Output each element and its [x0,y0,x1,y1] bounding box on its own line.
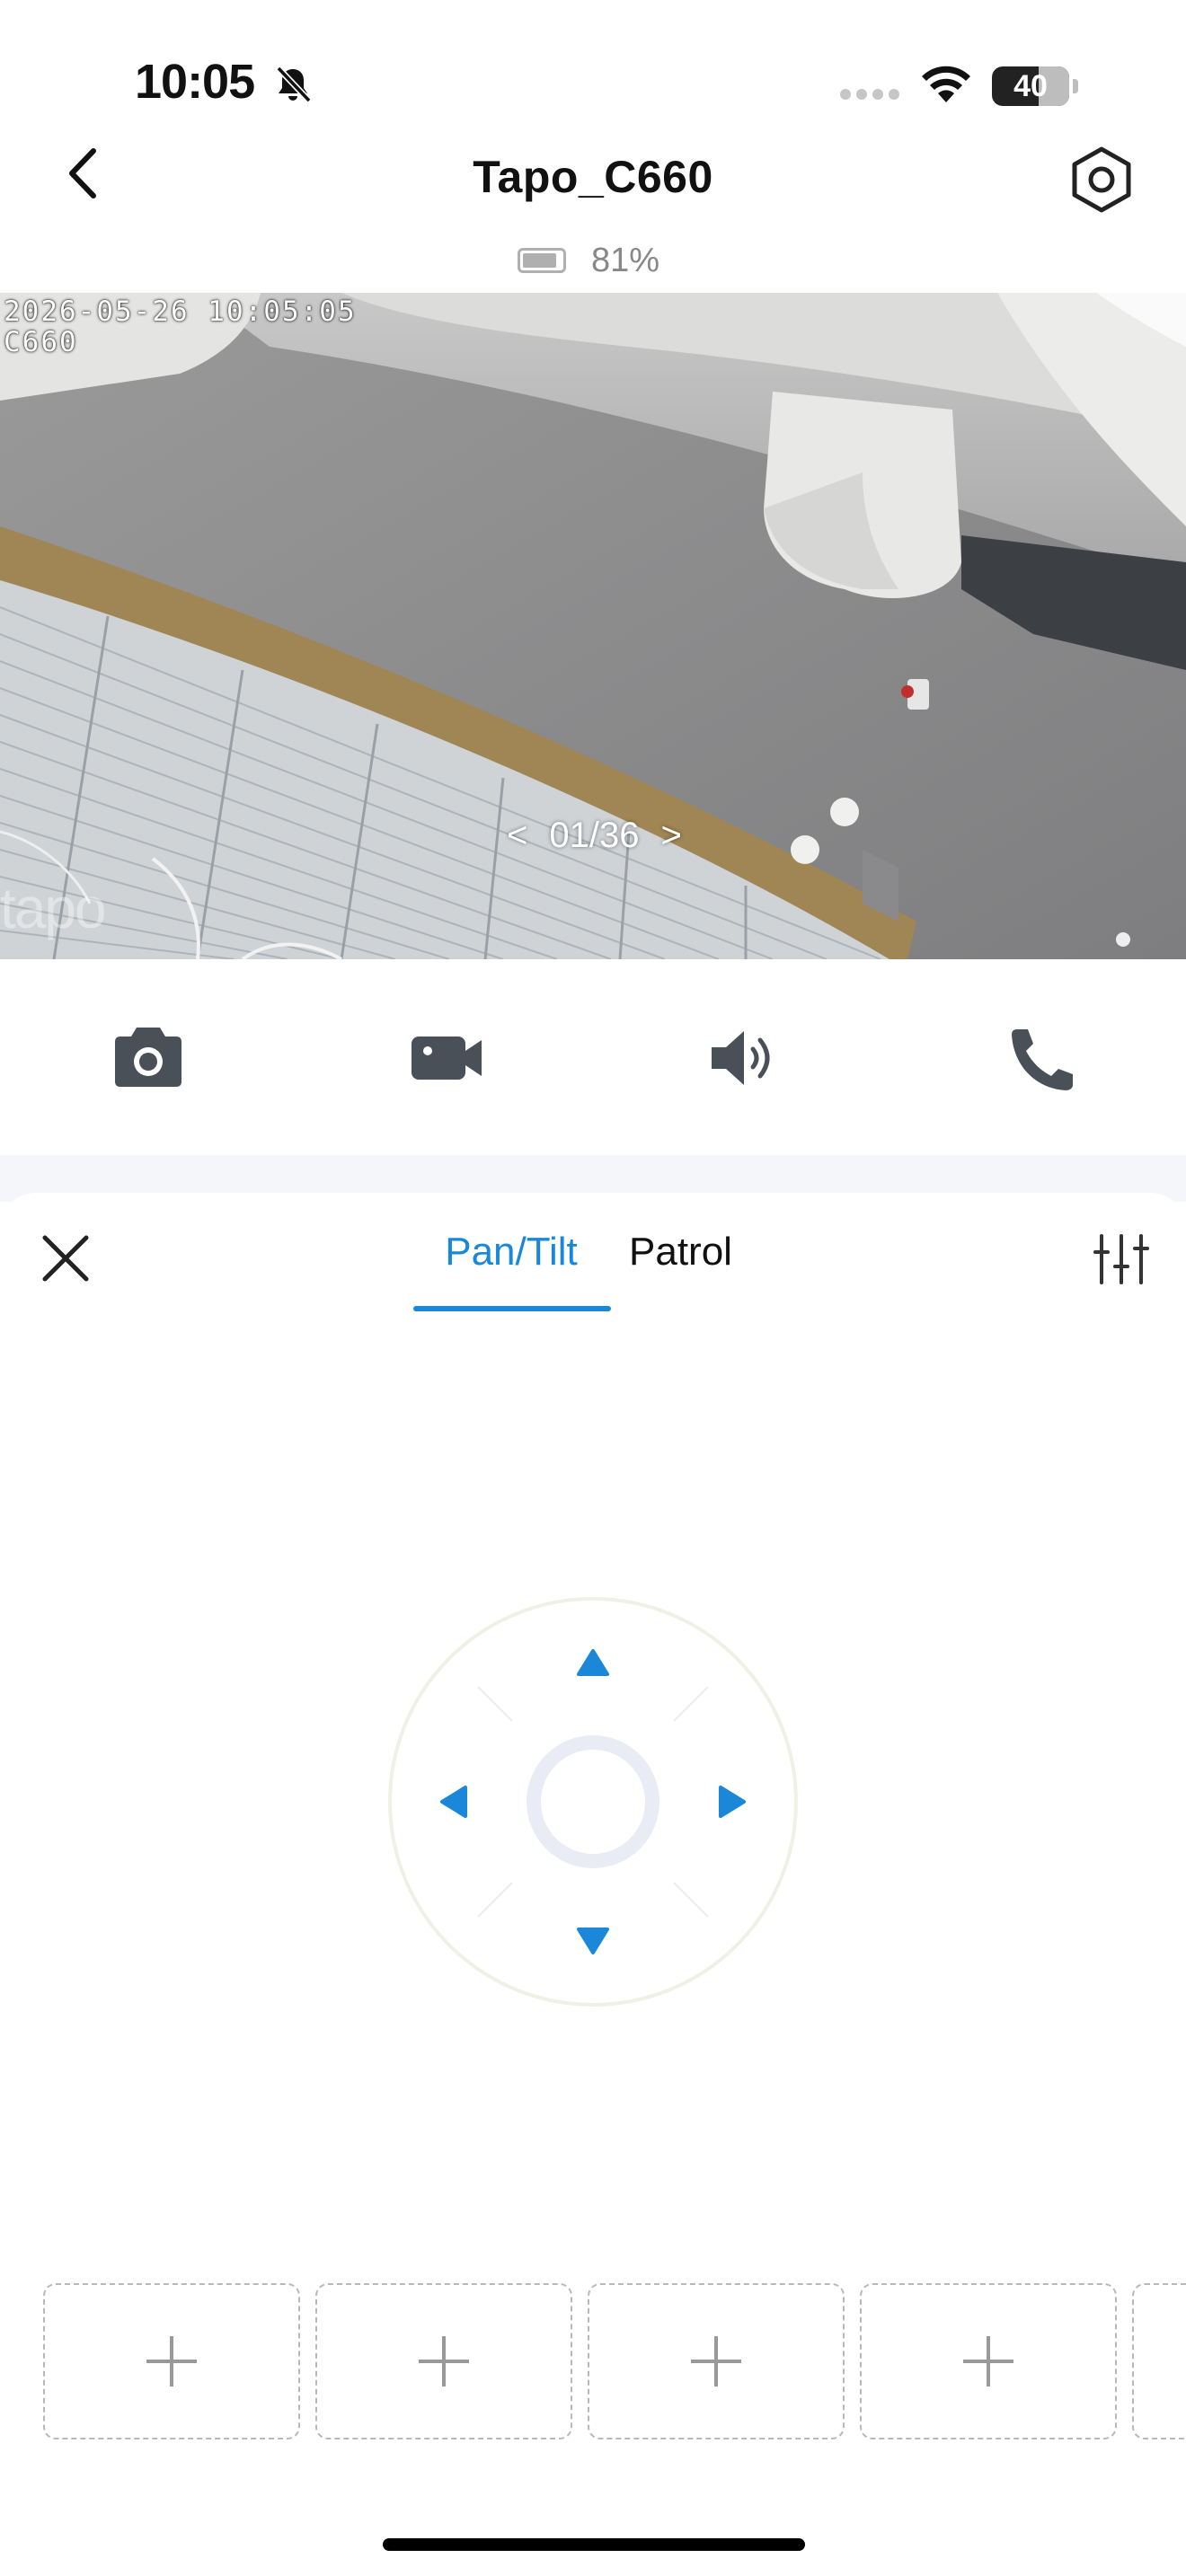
pager-prev-button[interactable]: < [485,816,549,856]
wifi-icon [922,66,970,102]
device-battery-percent: 81% [591,241,660,279]
add-preset-button[interactable] [860,2283,1117,2439]
back-button[interactable] [54,144,113,203]
home-indicator [383,2538,805,2551]
cellular-signal-icon [840,89,899,100]
add-preset-button[interactable] [588,2283,845,2439]
battery-icon: 40 [992,66,1078,106]
add-preset-button[interactable] [43,2283,300,2439]
page-title: Tapo_C660 [473,152,713,202]
settings-gear-icon[interactable] [1066,144,1137,216]
plus-icon [419,2336,469,2386]
pan-tilt-joystick[interactable] [386,1595,800,2008]
close-icon[interactable] [38,1231,93,1286]
device-battery: 81% [518,241,659,280]
overlay-timestamp: 2026-05-26 10:05:05 C660 [4,296,357,357]
plus-icon [691,2336,741,2386]
tab-pan-tilt[interactable]: Pan/Tilt [419,1223,604,1281]
call-phone-icon[interactable] [1001,1024,1082,1092]
overlay-camera-name: C660 [4,326,78,358]
status-time: 10:05 [135,55,255,109]
adjust-sliders-icon[interactable] [1093,1231,1150,1288]
battery-level: 40 [1013,69,1048,103]
pager-next-button[interactable]: > [639,816,703,856]
camera-feed-image [0,293,1186,959]
device-battery-icon [518,248,566,273]
speaker-icon[interactable] [704,1024,785,1092]
tapo-watermark: tapo [0,876,107,940]
plus-icon [146,2336,197,2386]
preset-pager: < 01/36 > [485,816,704,856]
camera-live-view[interactable]: 2026-05-26 10:05:05 C660 tapo < 01/36 > [0,293,1186,959]
add-preset-button[interactable] [1132,2283,1186,2439]
active-tab-indicator [413,1306,611,1311]
add-preset-button[interactable] [315,2283,572,2439]
record-video-camera-icon[interactable] [406,1024,487,1092]
snapshot-camera-icon[interactable] [108,1024,189,1092]
overlay-datetime: 2026-05-26 10:05:05 [4,296,357,328]
plus-icon [963,2336,1013,2386]
bell-slash-icon [276,66,312,103]
tab-patrol[interactable]: Patrol [629,1223,732,1281]
pager-position: 01/36 [549,816,640,855]
